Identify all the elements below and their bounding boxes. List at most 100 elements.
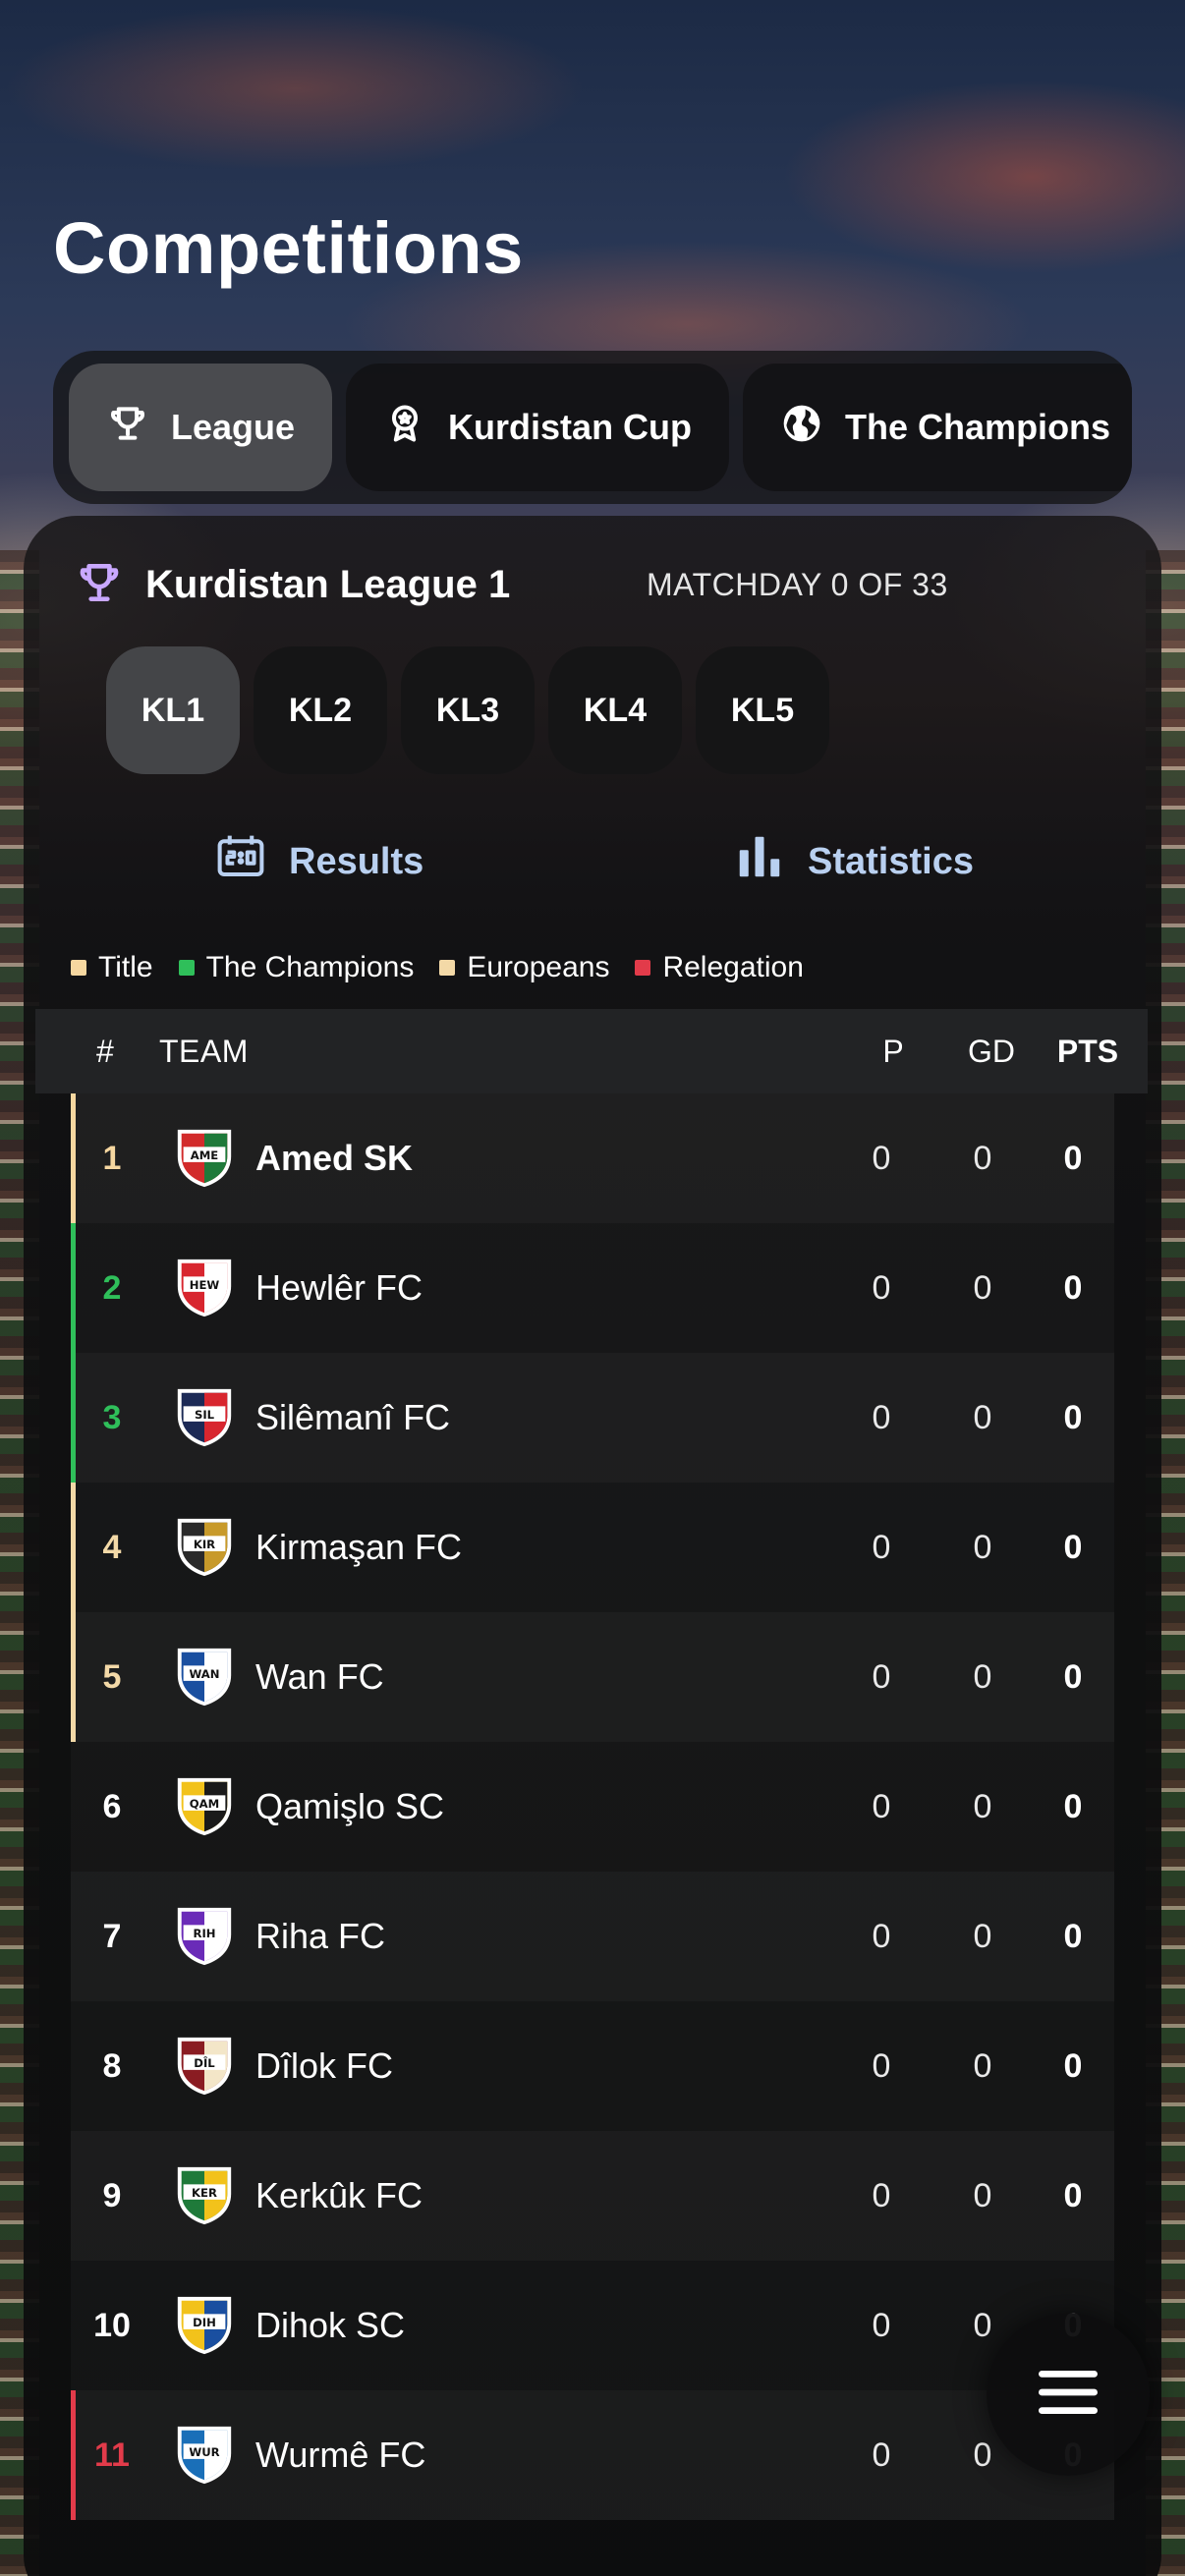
legend-relegation: Relegation (635, 951, 804, 984)
team-name[interactable]: Hewlêr FC (255, 1267, 423, 1309)
played-value: 0 (872, 1657, 891, 1696)
legend-swatch (178, 960, 195, 976)
row-position: 11 (94, 2436, 130, 2474)
table-row[interactable]: 3 SIL Silêmanî FC 0 0 0 (71, 1353, 1114, 1483)
league-card: Kurdistan League 1 MATCHDAY 0 OF 33 KL1 … (24, 516, 1161, 2576)
header-played: P (882, 1033, 904, 1069)
row-position: 6 (102, 1787, 122, 1825)
tab-kurdistan-cup[interactable]: Kurdistan Cup (346, 364, 730, 491)
team-crest-icon: DÎL (173, 2034, 236, 2099)
played-value: 0 (872, 2176, 891, 2214)
row-position: 1 (102, 1139, 122, 1177)
points-value: 0 (1063, 1787, 1083, 1825)
scoreboard-icon (214, 830, 267, 893)
results-label: Results (289, 840, 424, 882)
legend-swatch (439, 960, 456, 976)
team-crest-icon: WAN (173, 1645, 236, 1709)
standings-table: 1 AME Amed SK 0 0 0 2 HEW Hewlêr FC 0 0 0 3 SIL Silêma… (71, 1093, 1114, 2520)
legend-label: Title (98, 951, 153, 983)
svg-text:KIR: KIR (194, 1538, 215, 1551)
legend-europeans: Europeans (439, 951, 609, 984)
trophy-icon (75, 558, 124, 612)
header-position: # (96, 1033, 114, 1069)
team-name[interactable]: Riha FC (255, 1916, 385, 1957)
svg-text:DIH: DIH (193, 2316, 216, 2329)
goal-difference-value: 0 (973, 2046, 992, 2085)
tab-league[interactable]: League (69, 364, 333, 491)
row-position: 3 (102, 1398, 122, 1436)
legend-swatch (71, 960, 86, 976)
points-value: 0 (1063, 1139, 1083, 1177)
division-kl4[interactable]: KL4 (548, 646, 682, 774)
globe-icon (780, 402, 823, 454)
points-value: 0 (1063, 1268, 1083, 1307)
played-value: 0 (872, 2046, 891, 2085)
goal-difference-value: 0 (973, 1657, 992, 1696)
league-actions: Results Statistics (24, 830, 1161, 889)
row-position: 9 (102, 2176, 122, 2214)
goal-difference-value: 0 (973, 2306, 992, 2344)
svg-text:KER: KER (192, 2186, 217, 2200)
team-name[interactable]: Wurmê FC (255, 2435, 425, 2476)
team-name[interactable]: Dîlok FC (255, 2045, 393, 2087)
svg-text:HEW: HEW (190, 1278, 220, 1292)
division-kl5[interactable]: KL5 (696, 646, 829, 774)
team-crest-icon: RIH (173, 1904, 236, 1969)
table-row[interactable]: 11WURWurmê FC000 (71, 2390, 1114, 2520)
svg-text:RIH: RIH (193, 1927, 215, 1940)
team-crest-icon: DIH (173, 2293, 236, 2358)
legend-label: The Champions (205, 951, 415, 983)
svg-text:SIL: SIL (195, 1408, 215, 1422)
table-row[interactable]: 6 QAM Qamişlo SC 0 0 0 (71, 1742, 1114, 1872)
goal-difference-value: 0 (973, 1268, 992, 1307)
points-value: 0 (1063, 1398, 1083, 1436)
tab-label: The Champions (845, 407, 1111, 447)
table-row[interactable]: 8 DÎL Dîlok FC 0 0 0 (71, 2001, 1114, 2131)
team-crest-icon: HEW (173, 1256, 236, 1320)
table-row[interactable]: 2 HEW Hewlêr FC 0 0 0 (71, 1223, 1114, 1353)
team-name[interactable]: Silêmanî FC (255, 1397, 450, 1438)
team-name[interactable]: Amed SK (255, 1138, 413, 1179)
goal-difference-value: 0 (973, 1139, 992, 1177)
table-row[interactable]: 9 KER Kerkûk FC 0 0 0 (71, 2131, 1114, 2261)
menu-button[interactable] (987, 2313, 1150, 2476)
header-goal-difference: GD (968, 1033, 1015, 1069)
team-crest-icon: WUR (173, 2423, 236, 2488)
goal-difference-value: 0 (973, 2176, 992, 2214)
table-row[interactable]: 10DIHDihok SC000 (71, 2261, 1114, 2390)
row-position: 4 (102, 1528, 122, 1566)
division-kl1[interactable]: KL1 (106, 646, 240, 774)
table-row[interactable]: 5 WAN Wan FC 0 0 0 (71, 1612, 1114, 1742)
points-value: 0 (1063, 1917, 1083, 1955)
league-name: Kurdistan League 1 (145, 563, 511, 606)
competition-tabs: League Kurdistan Cup The Champions (53, 351, 1132, 504)
statistics-button[interactable]: Statistics (733, 830, 974, 893)
goal-difference-value: 0 (973, 1917, 992, 1955)
played-value: 0 (872, 2436, 891, 2474)
legend-the-champions: The Champions (178, 951, 415, 984)
table-row[interactable]: 7 RIH Riha FC 0 0 0 (71, 1872, 1114, 2001)
team-name[interactable]: Dihok SC (255, 2305, 405, 2346)
team-name[interactable]: Kerkûk FC (255, 2175, 423, 2216)
goal-difference-value: 0 (973, 2436, 992, 2474)
team-name[interactable]: Qamişlo SC (255, 1786, 444, 1827)
tab-the-champions[interactable]: The Champions (743, 364, 1132, 491)
team-crest-icon: KER (173, 2163, 236, 2228)
points-value: 0 (1063, 2176, 1083, 2214)
team-name[interactable]: Wan FC (255, 1656, 384, 1698)
goal-difference-value: 0 (973, 1787, 992, 1825)
played-value: 0 (872, 2306, 891, 2344)
table-row[interactable]: 4 KIR Kirmaşan FC 0 0 0 (71, 1483, 1114, 1612)
matchday-label: MATCHDAY 0 OF 33 (647, 567, 948, 602)
row-position: 7 (102, 1917, 122, 1955)
row-position: 2 (102, 1268, 122, 1307)
division-kl2[interactable]: KL2 (254, 646, 387, 774)
medal-icon (383, 402, 426, 454)
team-name[interactable]: Kirmaşan FC (255, 1527, 462, 1568)
division-kl3[interactable]: KL3 (401, 646, 535, 774)
league-header: Kurdistan League 1 (75, 558, 510, 612)
results-button[interactable]: Results (214, 830, 423, 893)
division-selector: KL1 KL2 KL3 KL4 KL5 (106, 646, 829, 774)
table-row[interactable]: 1 AME Amed SK 0 0 0 (71, 1093, 1114, 1223)
statistics-label: Statistics (808, 840, 974, 882)
